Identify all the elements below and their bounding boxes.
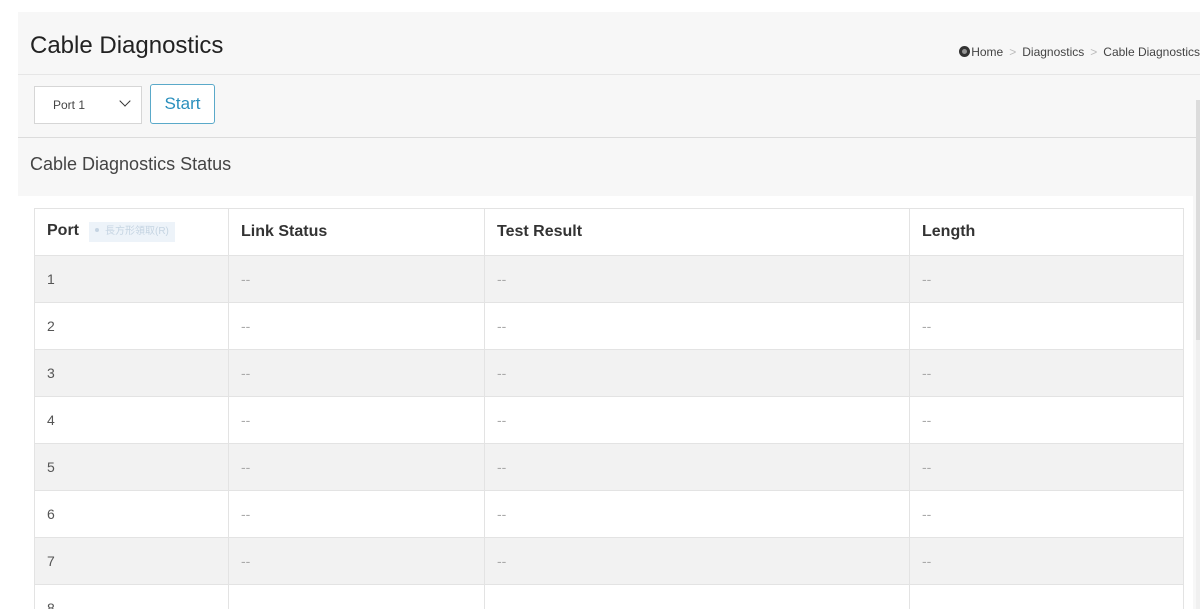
chevron-down-icon bbox=[119, 95, 131, 107]
column-header-port: Port 長方形領取(R) bbox=[34, 208, 229, 256]
cell-port: 1 bbox=[34, 255, 229, 303]
cell-length: -- bbox=[909, 443, 1184, 491]
cell-link-status bbox=[228, 584, 485, 609]
breadcrumb-separator: > bbox=[1090, 45, 1098, 59]
cell-test-result: -- bbox=[484, 537, 910, 585]
table-row: 7 -- -- -- bbox=[34, 537, 1184, 585]
cell-port: 5 bbox=[34, 443, 229, 491]
column-header-port-label: Port bbox=[47, 222, 79, 239]
status-title: Cable Diagnostics Status bbox=[30, 154, 232, 174]
page-title: Cable Diagnostics bbox=[30, 32, 224, 59]
cell-port: 2 bbox=[34, 302, 229, 350]
scrollbar-thumb[interactable] bbox=[1196, 100, 1200, 340]
cell-length: -- bbox=[909, 396, 1184, 444]
port-select[interactable]: Port 1 bbox=[34, 86, 142, 124]
column-header-length: Length bbox=[909, 208, 1184, 256]
column-header-test-result: Test Result bbox=[484, 208, 910, 256]
port-select-value: Port 1 bbox=[53, 98, 86, 112]
cell-port: 7 bbox=[34, 537, 229, 585]
cell-length: -- bbox=[909, 255, 1184, 303]
breadcrumb-current: Cable Diagnostics bbox=[1103, 45, 1200, 59]
table-row: 8 bbox=[34, 584, 1184, 609]
table-header-row: Port 長方形領取(R) Link Status Test Result Len… bbox=[34, 208, 1184, 256]
breadcrumb: Home > Diagnostics > Cable Diagnostics bbox=[959, 45, 1200, 59]
status-table-container: Port 長方形領取(R) Link Status Test Result Len… bbox=[18, 196, 1193, 609]
cell-length: -- bbox=[909, 302, 1184, 350]
table-row: 1 -- -- -- bbox=[34, 255, 1184, 303]
cell-test-result: -- bbox=[484, 490, 910, 538]
toolbar: Port 1 Start bbox=[18, 75, 1200, 139]
cell-link-status: -- bbox=[228, 443, 485, 491]
cell-link-status: -- bbox=[228, 396, 485, 444]
snip-overlay: 長方形領取(R) bbox=[89, 222, 175, 242]
breadcrumb-home[interactable]: Home bbox=[971, 45, 1003, 59]
table-row: 6 -- -- -- bbox=[34, 490, 1184, 538]
cell-link-status: -- bbox=[228, 490, 485, 538]
cell-port: 4 bbox=[34, 396, 229, 444]
cell-port: 3 bbox=[34, 349, 229, 397]
cell-link-status: -- bbox=[228, 255, 485, 303]
cell-test-result: -- bbox=[484, 255, 910, 303]
cell-test-result: -- bbox=[484, 349, 910, 397]
cell-length: -- bbox=[909, 349, 1184, 397]
cell-test-result: -- bbox=[484, 302, 910, 350]
status-table: Port 長方形領取(R) Link Status Test Result Len… bbox=[34, 208, 1184, 609]
table-row: 3 -- -- -- bbox=[34, 349, 1184, 397]
table-row: 5 -- -- -- bbox=[34, 443, 1184, 491]
cell-link-status: -- bbox=[228, 537, 485, 585]
breadcrumb-diagnostics[interactable]: Diagnostics bbox=[1022, 45, 1084, 59]
page-header: Cable Diagnostics Home > Diagnostics > Cable… bbox=[18, 12, 1200, 75]
start-button[interactable]: Start bbox=[150, 84, 215, 124]
cell-link-status: -- bbox=[228, 302, 485, 350]
cell-test-result: -- bbox=[484, 396, 910, 444]
table-row: 4 -- -- -- bbox=[34, 396, 1184, 444]
cell-length bbox=[909, 584, 1184, 609]
dot-icon bbox=[95, 228, 99, 232]
cell-length: -- bbox=[909, 537, 1184, 585]
breadcrumb-separator: > bbox=[1009, 45, 1017, 59]
cell-port: 8 bbox=[34, 584, 229, 609]
column-header-link-status: Link Status bbox=[228, 208, 485, 256]
table-row: 2 -- -- -- bbox=[34, 302, 1184, 350]
home-icon[interactable] bbox=[959, 46, 971, 57]
cell-test-result: -- bbox=[484, 443, 910, 491]
cell-test-result bbox=[484, 584, 910, 609]
cell-port: 6 bbox=[34, 490, 229, 538]
cell-length: -- bbox=[909, 490, 1184, 538]
snip-overlay-label: 長方形領取(R) bbox=[105, 226, 169, 237]
cell-link-status: -- bbox=[228, 349, 485, 397]
